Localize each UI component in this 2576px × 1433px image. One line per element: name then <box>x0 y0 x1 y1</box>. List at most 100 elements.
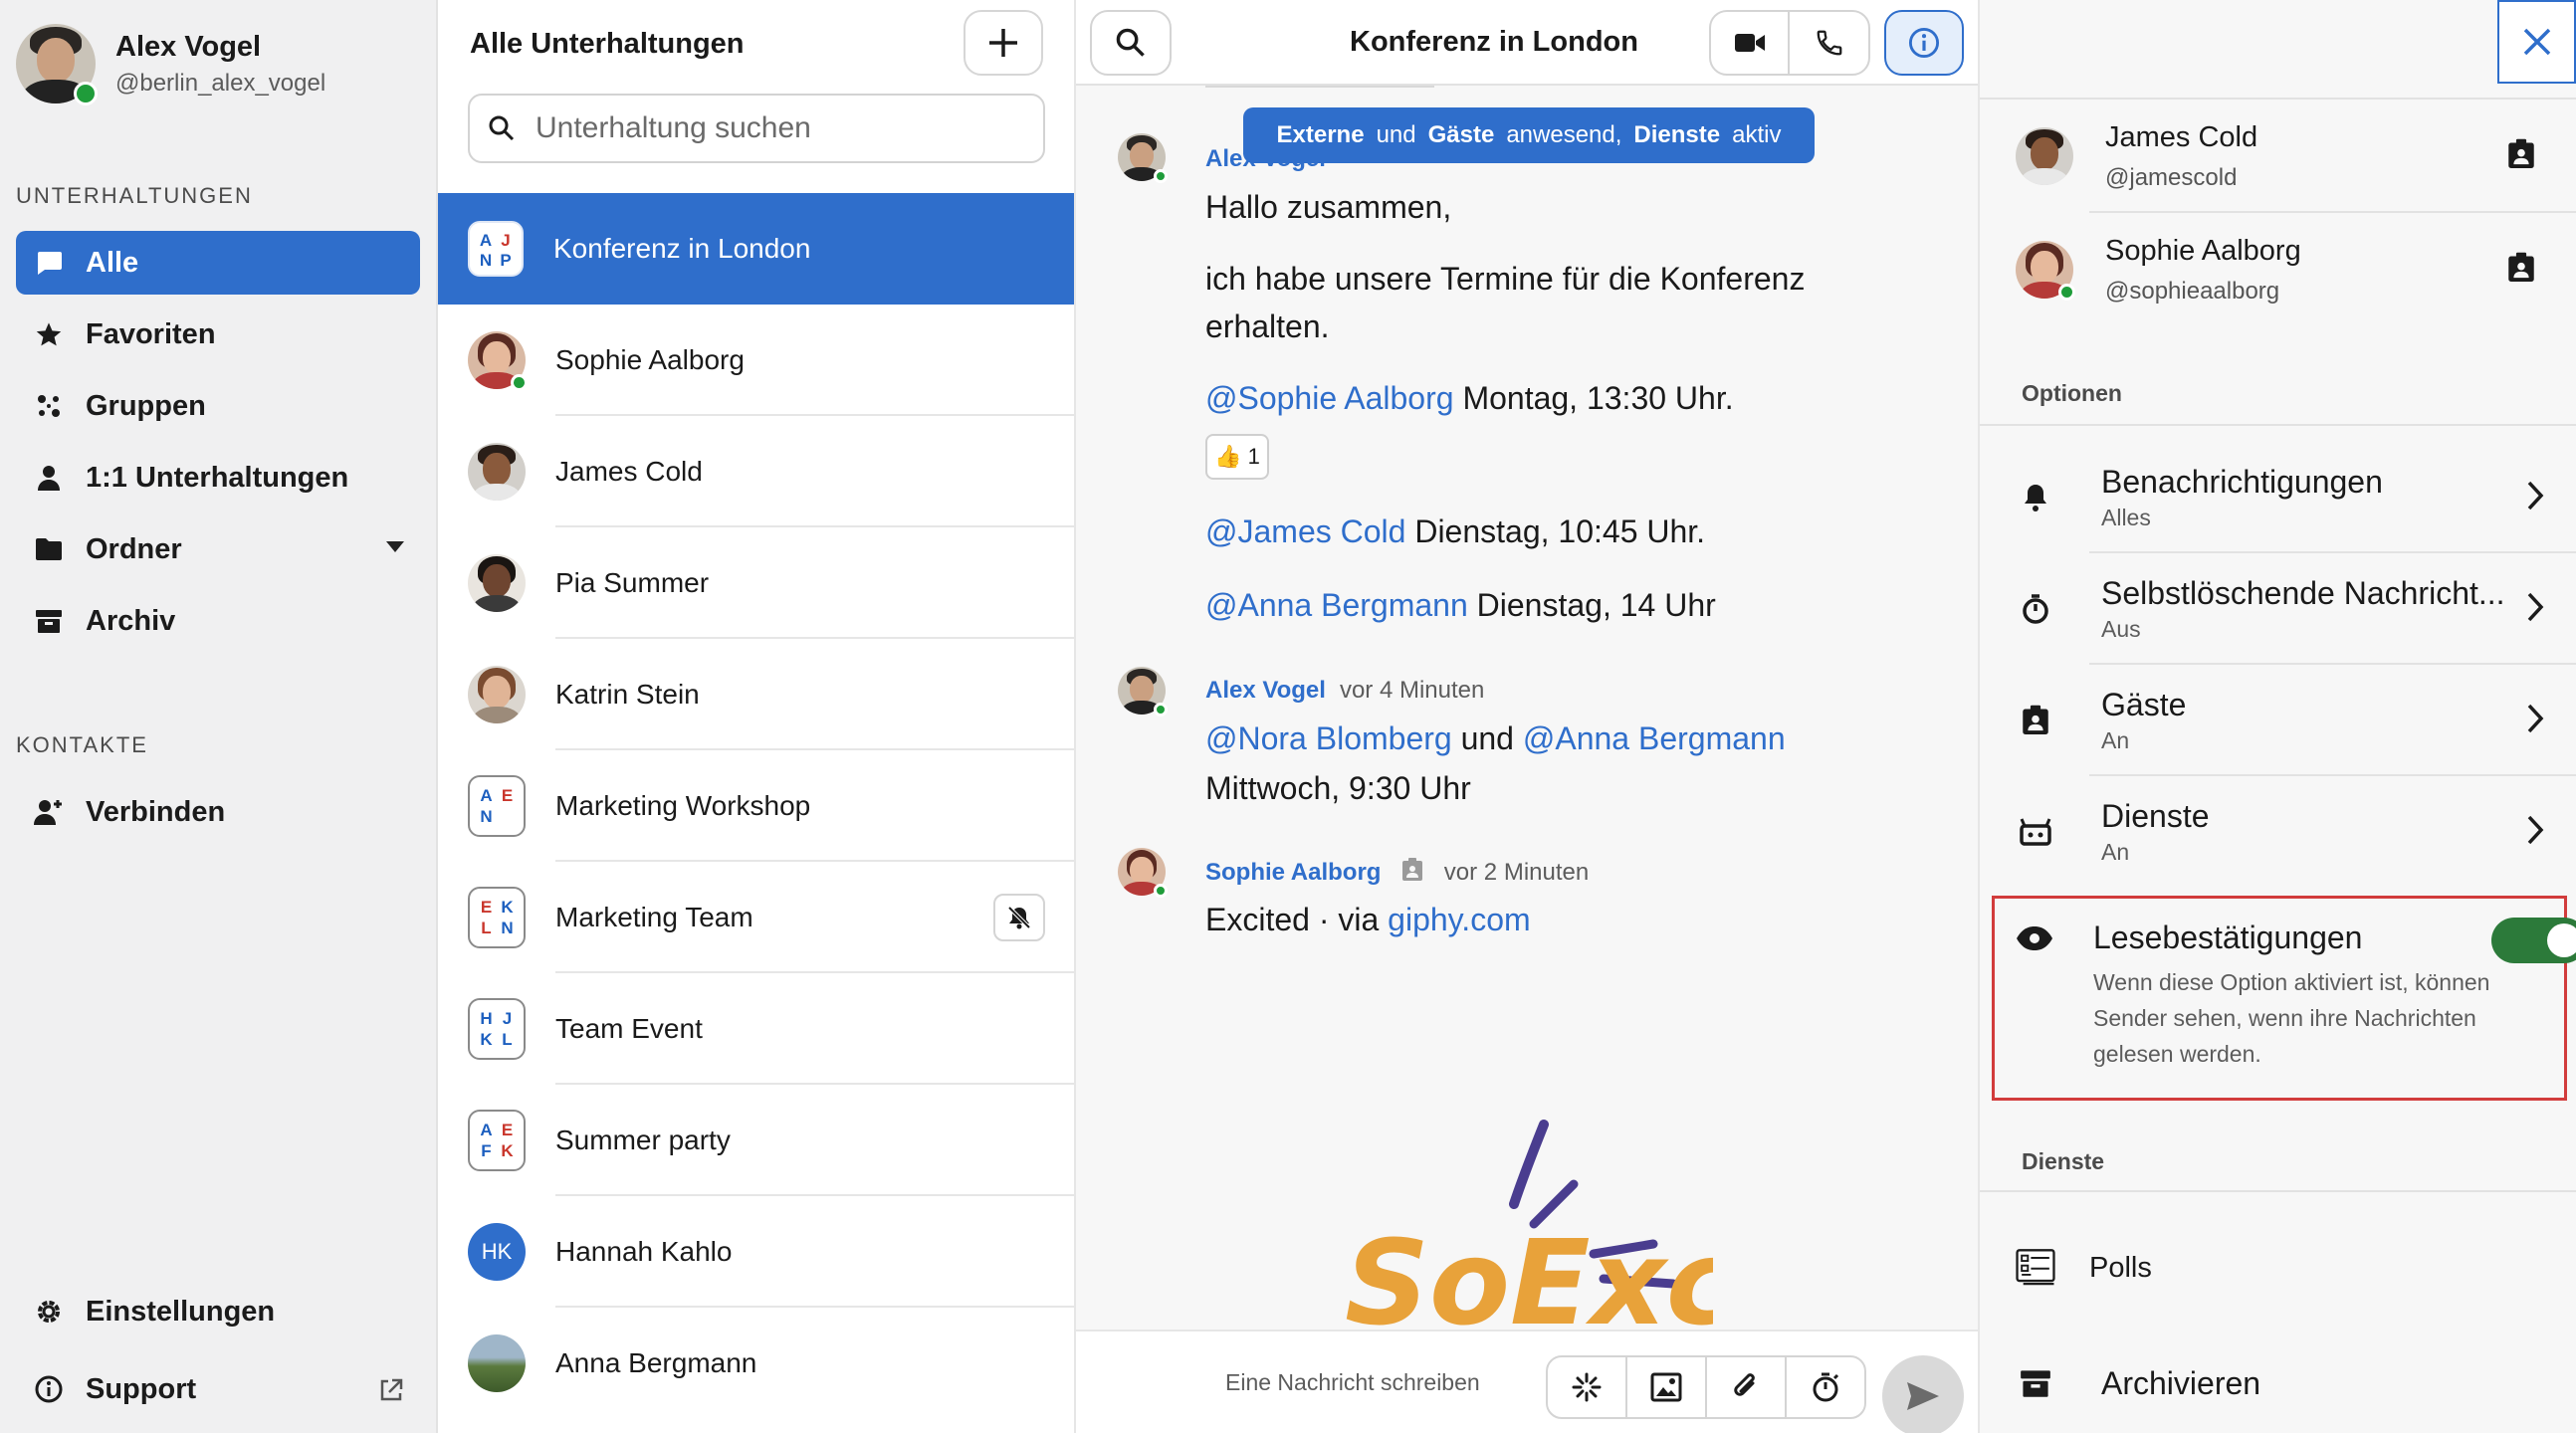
message-author: Alex Vogel vor 4 Minuten <box>1205 677 1485 704</box>
timer-button[interactable] <box>1787 1357 1864 1417</box>
user-handle: @berlin_alex_vogel <box>115 69 326 97</box>
sidebar-item-1-1[interactable]: 1:1 Unterhaltungen <box>16 446 420 510</box>
read-receipts-description: Wenn diese Option aktiviert ist, können … <box>2093 969 2490 1067</box>
conversation-item[interactable]: Katrin Stein <box>438 639 1074 750</box>
member-handle: @sophieaalborg <box>2105 277 2280 305</box>
send-button[interactable] <box>1882 1355 1964 1433</box>
sidebar-item-gruppen[interactable]: Gruppen <box>16 374 420 438</box>
conversation-name: James Cold <box>555 456 703 487</box>
chevron-right-icon <box>2525 480 2545 516</box>
group-avatar: HJ KL <box>468 998 526 1060</box>
conversation-item[interactable]: Pia Summer <box>438 527 1074 639</box>
read-receipts-option: Lesebestätigungen Wenn diese Option akti… <box>2093 920 2551 1072</box>
user-name: Alex Vogel <box>115 30 262 63</box>
polls-icon <box>2016 1243 2055 1293</box>
conversation-search-input[interactable]: Unterhaltung suchen <box>468 94 1045 163</box>
sidebar-item-label: Favoriten <box>86 317 216 350</box>
chevron-down-icon[interactable] <box>386 541 404 552</box>
sidebar-item-label: Verbinden <box>86 795 226 828</box>
conversation-item[interactable]: HJ KL Team Event <box>438 973 1074 1085</box>
option-self-deleting-messages[interactable]: Selbstlöschende Nachricht... Aus <box>1980 553 2576 665</box>
message-text: @Anna Bergmann Dienstag, 14 Uhr <box>1205 587 1716 623</box>
user-profile[interactable]: Alex Vogel @berlin_alex_vogel <box>16 24 326 105</box>
conversation-item[interactable]: AE FK Summer party <box>438 1085 1074 1196</box>
sidebar-item-label: Ordner <box>86 532 182 565</box>
member-avatar <box>2016 127 2073 185</box>
ping-button[interactable] <box>1548 1357 1627 1417</box>
giphy-gif-image[interactable]: SoExcited <box>1335 1115 1713 1330</box>
attachment-button[interactable] <box>1707 1357 1787 1417</box>
conversation-item[interactable]: AJ NP Konferenz in London <box>438 193 1074 305</box>
option-guests[interactable]: Gäste An <box>1980 665 2576 776</box>
user-mention[interactable]: @Anna Bergmann <box>1523 720 1786 756</box>
conversation-list-title: Alle Unterhaltungen <box>470 28 745 60</box>
member-item[interactable]: Sophie Aalborg @sophieaalborg <box>1980 213 2576 326</box>
conversation-name: Summer party <box>555 1125 731 1155</box>
thumbs-up-icon: 👍 <box>1214 444 1242 469</box>
user-mention[interactable]: @Sophie Aalborg <box>1205 380 1454 416</box>
video-call-button[interactable] <box>1711 12 1791 74</box>
sidebar-item-favoriten[interactable]: Favoriten <box>16 303 420 366</box>
option-notifications[interactable]: Benachrichtigungen Alles <box>1980 442 2576 553</box>
contact-avatar <box>468 554 526 612</box>
conversation-item[interactable]: AE N Marketing Workshop <box>438 750 1074 862</box>
sidebar-item-label: Archiv <box>86 604 176 637</box>
giphy-link[interactable]: giphy.com <box>1388 902 1530 937</box>
conversation-item[interactable]: Anna Bergmann <box>438 1308 1074 1419</box>
sidebar-item-verbinden[interactable]: Verbinden <box>16 780 420 844</box>
add-person-icon <box>34 797 64 827</box>
new-conversation-button[interactable] <box>964 10 1043 76</box>
guest-badge-icon <box>2507 252 2535 289</box>
chat-panel: Konferenz in London Alex Vogel Externeun… <box>1076 0 1980 1433</box>
muted-button[interactable] <box>993 894 1045 941</box>
conversation-item[interactable]: HK Hannah Kahlo <box>438 1196 1074 1308</box>
plus-icon <box>989 29 1017 57</box>
composer-toolbar <box>1546 1355 1866 1419</box>
options-section-title: Optionen <box>2022 380 2122 406</box>
conversation-item[interactable]: EK LN Marketing Team <box>438 862 1074 973</box>
option-services[interactable]: Dienste An <box>1980 776 2576 888</box>
archive-icon <box>34 606 64 636</box>
gear-icon <box>34 1297 64 1327</box>
conversation-item[interactable]: Sophie Aalborg <box>438 305 1074 416</box>
conversation-name: Team Event <box>555 1013 703 1044</box>
conversation-item[interactable]: James Cold <box>438 416 1074 527</box>
sidebar-item-ordner[interactable]: Ordner <box>16 517 420 581</box>
audio-call-button[interactable] <box>1790 12 1868 74</box>
user-mention[interactable]: @James Cold <box>1205 513 1405 549</box>
user-mention[interactable]: @Nora Blomberg <box>1205 720 1452 756</box>
sidebar-item-archiv[interactable]: Archiv <box>16 589 420 653</box>
conversation-details-panel: James Cold @jamescold Sophie Aalborg @so… <box>1980 0 2576 1433</box>
section-contacts: KONTAKTE <box>16 732 148 757</box>
conversation-info-button[interactable] <box>1884 10 1964 76</box>
chat-search-button[interactable] <box>1090 10 1172 76</box>
group-avatar: AJ NP <box>468 221 524 277</box>
message-author: Sophie Aalborg vor 2 Minuten <box>1205 858 1589 889</box>
robot-icon <box>2016 817 2055 847</box>
call-buttons <box>1709 10 1870 76</box>
archive-conversation-button[interactable]: Archivieren <box>1980 1328 2576 1433</box>
user-avatar <box>16 24 98 105</box>
message-avatar <box>1118 133 1168 183</box>
message-text: @Sophie Aalborg Montag, 13:30 Uhr. <box>1205 380 1734 416</box>
read-receipts-toggle[interactable] <box>2491 918 2576 963</box>
image-upload-button[interactable] <box>1627 1357 1707 1417</box>
chevron-right-icon <box>2525 703 2545 739</box>
member-item[interactable]: James Cold @jamescold <box>1980 100 2576 213</box>
close-details-button[interactable] <box>2497 0 2576 84</box>
sidebar-item-einstellungen[interactable]: Einstellungen <box>16 1280 420 1343</box>
search-placeholder: Unterhaltung suchen <box>536 111 811 144</box>
eye-icon <box>2016 925 2053 956</box>
initials-avatar: HK <box>468 1223 526 1281</box>
sidebar-item-support[interactable]: Support <box>16 1357 420 1421</box>
send-icon <box>1907 1382 1939 1410</box>
sidebar-item-alle[interactable]: Alle <box>16 231 420 295</box>
gif-text: SoExcited <box>1345 1214 1713 1330</box>
service-polls[interactable]: Polls <box>1980 1212 2576 1324</box>
bell-muted-icon <box>1007 906 1031 929</box>
user-mention[interactable]: @Anna Bergmann <box>1205 587 1468 623</box>
reaction-button[interactable]: 👍 1 <box>1205 434 1269 480</box>
services-section-title: Dienste <box>2022 1148 2105 1174</box>
message-text: Excited · via giphy.com <box>1205 902 1531 937</box>
message-input[interactable]: Eine Nachricht schreiben <box>1225 1369 1480 1396</box>
